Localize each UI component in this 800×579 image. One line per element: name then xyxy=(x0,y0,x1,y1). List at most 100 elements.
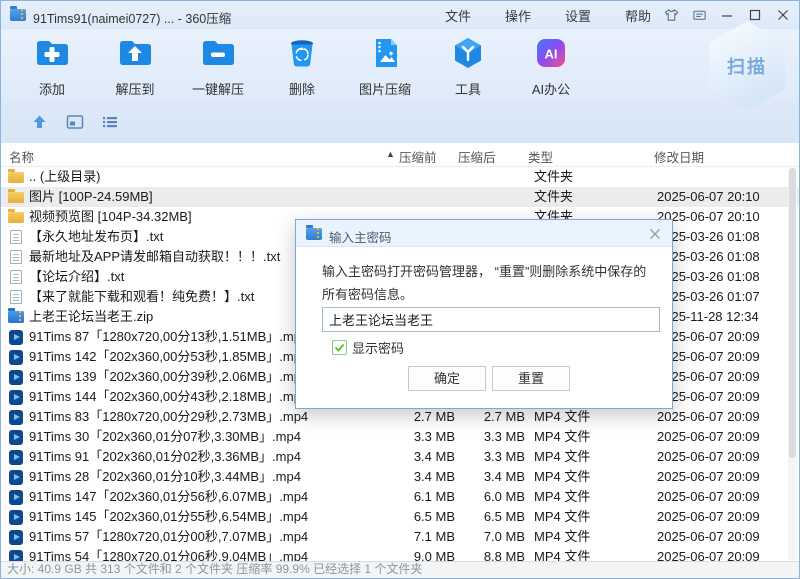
mp4-icon xyxy=(9,450,23,465)
file-type: MP4 文件 xyxy=(534,507,590,527)
toolbar-one-key-extract-label: 一键解压 xyxy=(182,79,254,98)
file-name: 【论坛介绍】.txt xyxy=(29,267,124,287)
table-row[interactable]: 91Tims 28「202x360,01分10秒,3.44MB」.mp4 3.4… xyxy=(1,467,799,487)
menu-file[interactable]: 文件 xyxy=(441,4,475,27)
image-compress-icon xyxy=(367,58,403,75)
file-date: 2025-06-07 20:09 xyxy=(657,427,760,447)
close-button[interactable] xyxy=(771,4,795,26)
file-date: 2025-06-07 20:09 xyxy=(657,407,760,427)
txt-icon xyxy=(10,250,22,264)
folder-icon xyxy=(8,192,24,203)
theme-skin-icon[interactable] xyxy=(659,4,683,26)
list-view-icon[interactable] xyxy=(100,113,120,131)
master-password-input[interactable] xyxy=(322,307,660,332)
txt-icon xyxy=(10,270,22,284)
toolbar-delete-label: 删除 xyxy=(266,79,338,98)
column-header-date[interactable]: 修改日期 xyxy=(654,147,704,166)
menu-settings[interactable]: 设置 xyxy=(561,4,595,27)
menu-actions[interactable]: 操作 xyxy=(501,4,535,27)
toolbar-delete-button[interactable]: 删除 xyxy=(266,35,338,98)
mp4-icon xyxy=(9,530,23,545)
txt-icon xyxy=(10,230,22,244)
ok-button[interactable]: 确定 xyxy=(408,366,486,391)
file-type: 文件夹 xyxy=(534,167,573,187)
preview-pane-icon[interactable] xyxy=(65,113,85,131)
toolbar-add-label: 添加 xyxy=(16,79,88,98)
toolbar-extract-to-button[interactable]: 解压到 xyxy=(99,35,171,98)
vertical-scrollbar[interactable] xyxy=(788,168,797,561)
table-row[interactable]: 91Tims 147「202x360,01分56秒,6.07MB」.mp4 6.… xyxy=(1,487,799,507)
file-type: MP4 文件 xyxy=(534,407,590,427)
file-size-before: 6.1 MB xyxy=(367,487,455,507)
table-row[interactable]: 91Tims 30「202x360,01分07秒,3.30MB」.mp4 3.3… xyxy=(1,427,799,447)
txt-icon xyxy=(10,290,22,304)
reset-button[interactable]: 重置 xyxy=(492,366,570,391)
toolbar-ai-office-label: AI办公 xyxy=(515,79,587,98)
dialog-titlebar: 输入主密码 xyxy=(296,220,672,247)
toolbar-tools-button[interactable]: 工具 xyxy=(432,35,504,98)
column-header-size-after[interactable]: 压缩后 xyxy=(458,147,496,166)
file-size-after: 3.4 MB xyxy=(459,467,525,487)
mp4-icon xyxy=(9,490,23,505)
checkbox-checked-icon[interactable] xyxy=(332,340,347,355)
toolbar-image-compress-button[interactable]: 图片压缩 xyxy=(349,35,421,98)
file-name: 【来了就能下载和观看！纯免费！】.txt xyxy=(29,287,254,307)
column-header-name[interactable]: 名称 xyxy=(9,147,34,166)
show-password-option[interactable]: 显示密码 xyxy=(332,339,404,355)
status-bar: 大小: 40.9 GB 共 313 个文件和 2 个文件夹 压缩率 99.9% … xyxy=(1,561,799,578)
scrollbar-thumb[interactable] xyxy=(789,168,796,458)
toolbar-ai-office-button[interactable]: AI AI办公 xyxy=(515,35,587,98)
folder-icon xyxy=(8,212,24,223)
mp4-icon xyxy=(9,330,23,345)
window-title: 91Tims91(naimei0727) ... - 360压缩 xyxy=(33,8,231,27)
file-name: .. (上级目录) xyxy=(29,167,101,187)
file-size-before: 3.4 MB xyxy=(367,447,455,467)
file-name: 91Tims 91「202x360,01分02秒,3.36MB」.mp4 xyxy=(29,447,301,467)
file-name: 91Tims 147「202x360,01分56秒,6.07MB」.mp4 xyxy=(29,487,308,507)
table-row[interactable]: .. (上级目录) 文件夹 xyxy=(1,167,799,187)
titlebar: 91Tims91(naimei0727) ... - 360压缩 文件 操作 设… xyxy=(1,1,799,29)
toolbar: 添加 解压到 一键解压 删除 图片压缩 xyxy=(1,29,799,101)
minimize-button[interactable] xyxy=(715,4,739,26)
up-level-icon[interactable] xyxy=(29,113,49,131)
toolbar-add-button[interactable]: 添加 xyxy=(16,35,88,98)
file-date: 2025-06-07 20:09 xyxy=(657,447,760,467)
table-row[interactable]: 91Tims 145「202x360,01分55秒,6.54MB」.mp4 6.… xyxy=(1,507,799,527)
file-size-before: 2.7 MB xyxy=(367,407,455,427)
table-row[interactable]: 91Tims 83「1280x720,00分29秒,2.73MB」.mp4 2.… xyxy=(1,407,799,427)
file-name: 91Tims 28「202x360,01分10秒,3.44MB」.mp4 xyxy=(29,467,301,487)
dialog-message: 输入主密码打开密码管理器， “重置”则删除系统中保存的所有密码信息。 xyxy=(322,260,654,306)
file-size-before: 3.4 MB xyxy=(367,467,455,487)
column-header-size-before[interactable]: 压缩前 xyxy=(399,147,437,166)
file-name: 91Tims 57「1280x720,01分00秒,7.07MB」.mp4 xyxy=(29,527,308,547)
column-header-type[interactable]: 类型 xyxy=(528,147,553,166)
feedback-icon[interactable] xyxy=(687,4,711,26)
add-folder-icon xyxy=(34,58,70,75)
file-type: MP4 文件 xyxy=(534,447,590,467)
file-size-before: 3.3 MB xyxy=(367,427,455,447)
dialog-title: 输入主密码 xyxy=(329,227,392,246)
dialog-close-icon[interactable] xyxy=(646,225,664,243)
file-date: 2025-06-07 20:10 xyxy=(657,187,760,207)
folder-icon xyxy=(8,172,24,183)
mp4-icon xyxy=(9,390,23,405)
file-name: 91Tims 87「1280x720,00分13秒,1.51MB」.mp4 xyxy=(29,327,308,347)
addressbar: 91Tims91(naimei0727) 合集下载-[100P-104V-40.… xyxy=(1,101,799,143)
mp4-icon xyxy=(9,470,23,485)
mp4-icon xyxy=(9,370,23,385)
file-date: 2025-06-07 20:09 xyxy=(657,527,760,547)
toolbar-one-key-extract-button[interactable]: 一键解压 xyxy=(182,35,254,98)
file-size-before: 6.5 MB xyxy=(367,507,455,527)
file-name: 最新地址及APP请发邮箱自动获取！！！.txt xyxy=(29,247,280,267)
file-type: MP4 文件 xyxy=(534,527,590,547)
file-name: 91Tims 145「202x360,01分55秒,6.54MB」.mp4 xyxy=(29,507,308,527)
file-type: 文件夹 xyxy=(534,187,573,207)
table-row[interactable]: 91Tims 57「1280x720,01分00秒,7.07MB」.mp4 7.… xyxy=(1,527,799,547)
file-name: 上老王论坛当老王.zip xyxy=(29,307,153,327)
sort-ascending-icon[interactable]: ▲ xyxy=(386,149,395,159)
table-row[interactable]: 图片 [100P-24.59MB] 文件夹 2025-06-07 20:10 xyxy=(1,187,799,207)
file-name: 91Tims 83「1280x720,00分29秒,2.73MB」.mp4 xyxy=(29,407,308,427)
table-row[interactable]: 91Tims 91「202x360,01分02秒,3.36MB」.mp4 3.4… xyxy=(1,447,799,467)
menu-help[interactable]: 帮助 xyxy=(621,4,655,27)
toolbar-image-compress-label: 图片压缩 xyxy=(349,79,421,98)
